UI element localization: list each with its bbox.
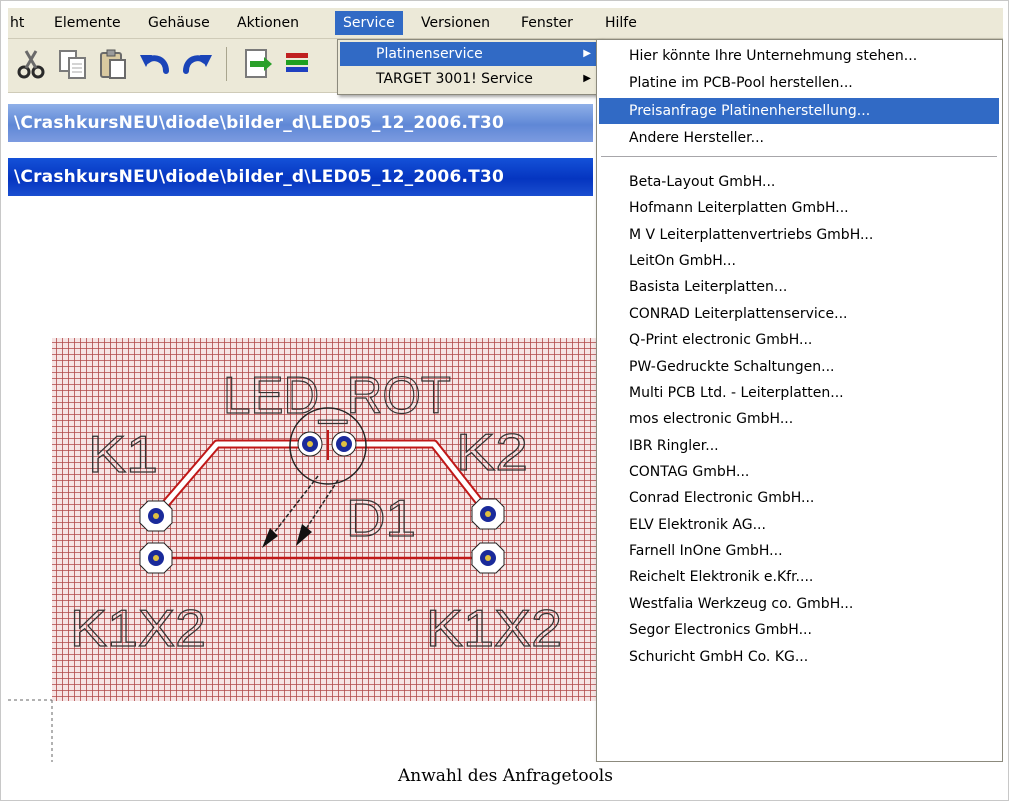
menu-fenster[interactable]: Fenster [513,11,581,35]
label-k1x2-left: K1X2 [70,600,206,658]
menu-item-manufacturer[interactable]: Reichelt Elektronik e.Kfr.... [599,564,999,590]
menu-item-manufacturer[interactable]: CONTAG GmbH... [599,459,999,485]
menu-hilfe[interactable]: Hilfe [597,11,645,35]
menu-item-manufacturer[interactable]: Segor Electronics GmbH... [599,617,999,643]
label-k1x2-right: K1X2 [426,600,562,658]
platinenservice-submenu: Hier könnte Ihre Unternehmung stehen... … [596,39,1003,762]
undo-icon[interactable] [138,47,172,81]
image-caption: Anwahl des Anfragetools [398,766,613,786]
copy-icon[interactable] [56,47,90,81]
submenu-arrow-icon: ▶ [583,48,591,59]
menu-item-manufacturer[interactable]: LeitOn GmbH... [599,248,999,274]
layers-icon[interactable] [284,47,318,81]
menu-item-target-service[interactable]: TARGET 3001! Service ▶ [340,67,599,91]
menu-separator [601,156,997,158]
service-dropdown: Platinenservice ▶ TARGET 3001! Service ▶ [337,39,603,95]
menu-item-manufacturer[interactable]: Westfalia Werkzeug co. GmbH... [599,591,999,617]
menu-item-manufacturer[interactable]: Farnell InOne GmbH... [599,538,999,564]
pad-k2-1[interactable] [471,498,505,530]
menu-item-manufacturer[interactable]: Basista Leiterplatten... [599,274,999,300]
pad-led-cathode[interactable] [331,431,357,457]
label-k1: K1 [88,426,158,484]
menu-aktionen[interactable]: Aktionen [229,11,307,35]
menu-item-pcb-pool[interactable]: Platine im PCB-Pool herstellen... [599,70,999,96]
redo-icon[interactable] [180,47,214,81]
menu-gehaeuse[interactable]: Gehäuse [140,11,218,35]
menu-item-preisanfrage[interactable]: Preisanfrage Platinenherstellung... [599,98,999,124]
pad-k1-2[interactable] [139,542,173,574]
pad-k2-2[interactable] [471,542,505,574]
menu-item-manufacturer[interactable]: Multi PCB Ltd. - Leiterplatten... [599,380,999,406]
menu-item-andere-hersteller[interactable]: Andere Hersteller... [599,125,999,151]
menu-item-manufacturer[interactable]: ELV Elektronik AG... [599,512,999,538]
label-d1: D1 [346,490,416,548]
paste-icon[interactable] [96,47,130,81]
import-icon[interactable] [240,47,274,81]
label-led-rot: LED_ROT [223,367,451,425]
label-k2: K2 [456,424,528,482]
cut-icon[interactable] [14,47,48,81]
menu-item-manufacturer[interactable]: Conrad Electronic GmbH... [599,485,999,511]
menu-item-unternehmung[interactable]: Hier könnte Ihre Unternehmung stehen... [599,43,999,69]
menu-bar: ht Elemente Gehäuse Aktionen Service Ver… [8,8,1003,39]
window-title-inactive[interactable]: \CrashkursNEU\diode\bilder_d\LED05_12_20… [8,104,593,142]
pad-led-anode[interactable] [297,431,323,457]
menu-service[interactable]: Service [335,11,403,35]
menu-item-platinenservice[interactable]: Platinenservice ▶ [340,42,599,66]
pad-k1-1[interactable] [139,500,173,532]
menu-item-manufacturer[interactable]: IBR Ringler... [599,433,999,459]
menu-ansicht[interactable]: ht [8,11,32,35]
menu-item-manufacturer[interactable]: Hofmann Leiterplatten GmbH... [599,195,999,221]
menu-item-manufacturer[interactable]: mos electronic GmbH... [599,406,999,432]
submenu-arrow-icon: ▶ [583,73,591,84]
menu-item-manufacturer[interactable]: CONRAD Leiterplattenservice... [599,301,999,327]
menu-item-manufacturer[interactable]: PW-Gedruckte Schaltungen... [599,354,999,380]
layout-canvas[interactable]: LED_ROT K1 K2 D1 K1X2 K1X2 [8,198,596,762]
menu-item-label: TARGET 3001! Service [376,71,533,87]
menu-item-label: Platinenservice [376,46,483,62]
toolbar-separator [226,47,227,81]
screenshot-frame: ht Elemente Gehäuse Aktionen Service Ver… [0,0,1009,801]
menu-item-manufacturer[interactable]: Schuricht GmbH Co. KG... [599,644,999,670]
menu-item-manufacturer[interactable]: Q-Print electronic GmbH... [599,327,999,353]
toolbar [8,39,343,93]
app-window: ht Elemente Gehäuse Aktionen Service Ver… [8,8,1003,762]
menu-item-manufacturer[interactable]: Beta-Layout GmbH... [599,169,999,195]
menu-item-manufacturer[interactable]: M V Leiterplattenvertriebs GmbH... [599,222,999,248]
window-title-active[interactable]: \CrashkursNEU\diode\bilder_d\LED05_12_20… [8,158,593,196]
menu-elemente[interactable]: Elemente [46,11,129,35]
menu-versionen[interactable]: Versionen [413,11,498,35]
